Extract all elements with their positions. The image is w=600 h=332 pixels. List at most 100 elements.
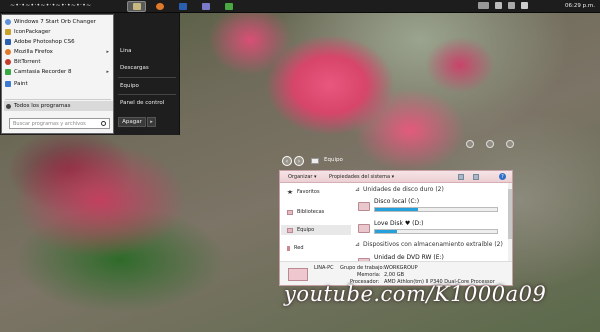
group-header-removable[interactable]: ⊿ Dispositivos con almacenamiento extraí…	[355, 241, 503, 248]
group-header-hard-drives[interactable]: ⊿ Unidades de disco duro (2)	[355, 186, 444, 193]
start-link-computer[interactable]: Equipo	[120, 83, 139, 89]
nav-item-computer[interactable]: Equipo	[281, 225, 351, 235]
collapse-arrow-icon: ⊿	[355, 186, 361, 193]
bittorrent-icon	[5, 58, 11, 65]
taskbar-apps	[127, 1, 238, 12]
forward-button[interactable]: ›	[294, 156, 304, 166]
start-link-control-panel[interactable]: Panel de control	[120, 100, 164, 106]
library-icon	[287, 209, 293, 215]
photoshop-icon	[5, 38, 11, 45]
star-icon	[287, 189, 293, 195]
photoshop-icon	[178, 3, 187, 10]
drive-e[interactable]: Unidad de DVD RW (E:)	[358, 254, 500, 261]
nav-label: Red	[294, 245, 304, 251]
explorer-address-bar: ‹ › Equipo	[280, 155, 520, 167]
taskbar-app-photoshop[interactable]	[173, 1, 192, 12]
keyboard-icon[interactable]	[478, 2, 489, 9]
system-properties-button[interactable]: Propiedades del sistema ▾	[329, 174, 394, 180]
start-link-downloads[interactable]: Descargas	[120, 65, 149, 71]
drive-label: Love Disk ♥ (D:)	[374, 220, 424, 227]
help-icon[interactable]: ?	[499, 173, 506, 180]
group-title: Unidades de disco duro (2)	[363, 186, 444, 193]
program-label: Adobe Photoshop CS6	[14, 38, 75, 45]
volume-icon[interactable]	[521, 2, 528, 9]
drive-d[interactable]: Love Disk ♥ (D:)	[358, 220, 500, 240]
start-menu: Windows 7 Start Orb Changer IconPackager…	[0, 13, 180, 135]
search-placeholder: Buscar programas y archivos	[13, 120, 86, 127]
nav-item-favorites[interactable]: Favoritos	[287, 189, 320, 195]
program-item[interactable]: Camtasia Recorder 8 ▸	[5, 67, 113, 76]
preview-pane-icon[interactable]	[473, 174, 479, 180]
clock[interactable]: 06:29 p.m.	[565, 3, 595, 9]
drive-usage-fill	[375, 208, 418, 211]
computer-icon	[287, 227, 293, 233]
program-item[interactable]: BitTorrent	[5, 57, 113, 66]
orb-icon	[5, 18, 11, 25]
refresh-button[interactable]	[466, 140, 474, 148]
close-button[interactable]	[506, 140, 514, 148]
back-arrow-icon: ‹	[285, 157, 289, 165]
start-link-user[interactable]: Lina	[120, 48, 131, 54]
drive-usage-bar	[374, 229, 498, 234]
divider	[118, 94, 176, 95]
search-input[interactable]: Buscar programas y archivos	[9, 118, 110, 129]
nav-label: Equipo	[297, 227, 315, 233]
search-icon	[101, 121, 106, 126]
program-label: BitTorrent	[14, 58, 41, 65]
organize-button[interactable]: Organizar ▾	[288, 174, 317, 180]
network-icon	[287, 245, 290, 251]
program-label: Camtasia Recorder 8	[14, 68, 72, 75]
program-item[interactable]: Mozilla Firefox ▸	[5, 47, 113, 56]
drive-c[interactable]: Disco local (C:)	[358, 198, 500, 218]
scrollbar-thumb[interactable]	[508, 189, 512, 239]
taskbar-app-firefox[interactable]	[150, 1, 169, 12]
divider	[5, 99, 111, 100]
nav-label: Bibliotecas	[297, 209, 325, 215]
explorer-window: Organizar ▾ Propiedades del sistema ▾ ? …	[279, 170, 513, 286]
media-icon	[201, 3, 210, 10]
submenu-arrow-icon: ▸	[106, 68, 109, 75]
nav-item-libraries[interactable]: Bibliotecas	[287, 209, 324, 215]
program-item[interactable]: Paint	[5, 79, 113, 88]
nav-label: Favoritos	[297, 189, 320, 195]
drive-label: Unidad de DVD RW (E:)	[374, 254, 444, 261]
computer-crumb-icon	[311, 158, 319, 164]
iconpackager-icon	[5, 28, 11, 35]
shutdown-options-button[interactable]: ▸	[147, 117, 156, 127]
taskbar-app-media[interactable]	[196, 1, 215, 12]
drive-usage-fill	[375, 230, 397, 233]
watermark: youtube.com/K1000a09	[284, 282, 547, 306]
collapse-arrow-icon: ⊿	[355, 241, 361, 248]
navigation-pane: Favoritos Bibliotecas Equipo Red	[280, 183, 352, 261]
all-programs-button[interactable]: Todos los programas	[4, 101, 113, 111]
scrollbar[interactable]	[508, 183, 512, 261]
nav-item-network[interactable]: Red	[287, 245, 304, 251]
taskbar: ~•·•~•·•~•·•~•·•~•·•~ 06:29 p.m.	[0, 0, 600, 13]
submenu-arrow-icon: ▸	[106, 48, 109, 55]
firefox-icon	[155, 3, 164, 10]
program-item[interactable]: Windows 7 Start Orb Changer	[5, 17, 113, 26]
program-label: Mozilla Firefox	[14, 48, 53, 55]
drive-usage-bar	[374, 207, 498, 212]
program-item[interactable]: Adobe Photoshop CS6	[5, 37, 113, 46]
hard-drive-icon	[358, 202, 370, 211]
pc-name: LINA-PC	[314, 265, 334, 271]
all-programs-label: Todos los programas	[14, 103, 71, 109]
program-label: IconPackager	[14, 28, 51, 35]
network-icon[interactable]	[508, 2, 515, 9]
shutdown-button[interactable]: Apagar	[118, 117, 146, 127]
program-item[interactable]: IconPackager	[5, 27, 113, 36]
taskbar-title: ~•·•~•·•~•·•~•·•~•·•~	[10, 2, 92, 9]
memory-label: Memoria:	[357, 272, 381, 278]
flag-icon[interactable]	[495, 2, 502, 9]
taskbar-app-camtasia[interactable]	[219, 1, 238, 12]
firefox-icon	[5, 48, 11, 55]
start-menu-programs-pane: Windows 7 Start Orb Changer IconPackager…	[1, 14, 114, 134]
program-label: Windows 7 Start Orb Changer	[14, 18, 96, 25]
view-options-icon[interactable]	[458, 174, 464, 180]
workgroup-value: WORKGROUP	[384, 265, 418, 271]
breadcrumb[interactable]: Equipo	[324, 157, 343, 163]
taskbar-app-explorer[interactable]	[127, 1, 146, 12]
back-button[interactable]: ‹	[282, 156, 292, 166]
minimize-button[interactable]	[486, 140, 494, 148]
